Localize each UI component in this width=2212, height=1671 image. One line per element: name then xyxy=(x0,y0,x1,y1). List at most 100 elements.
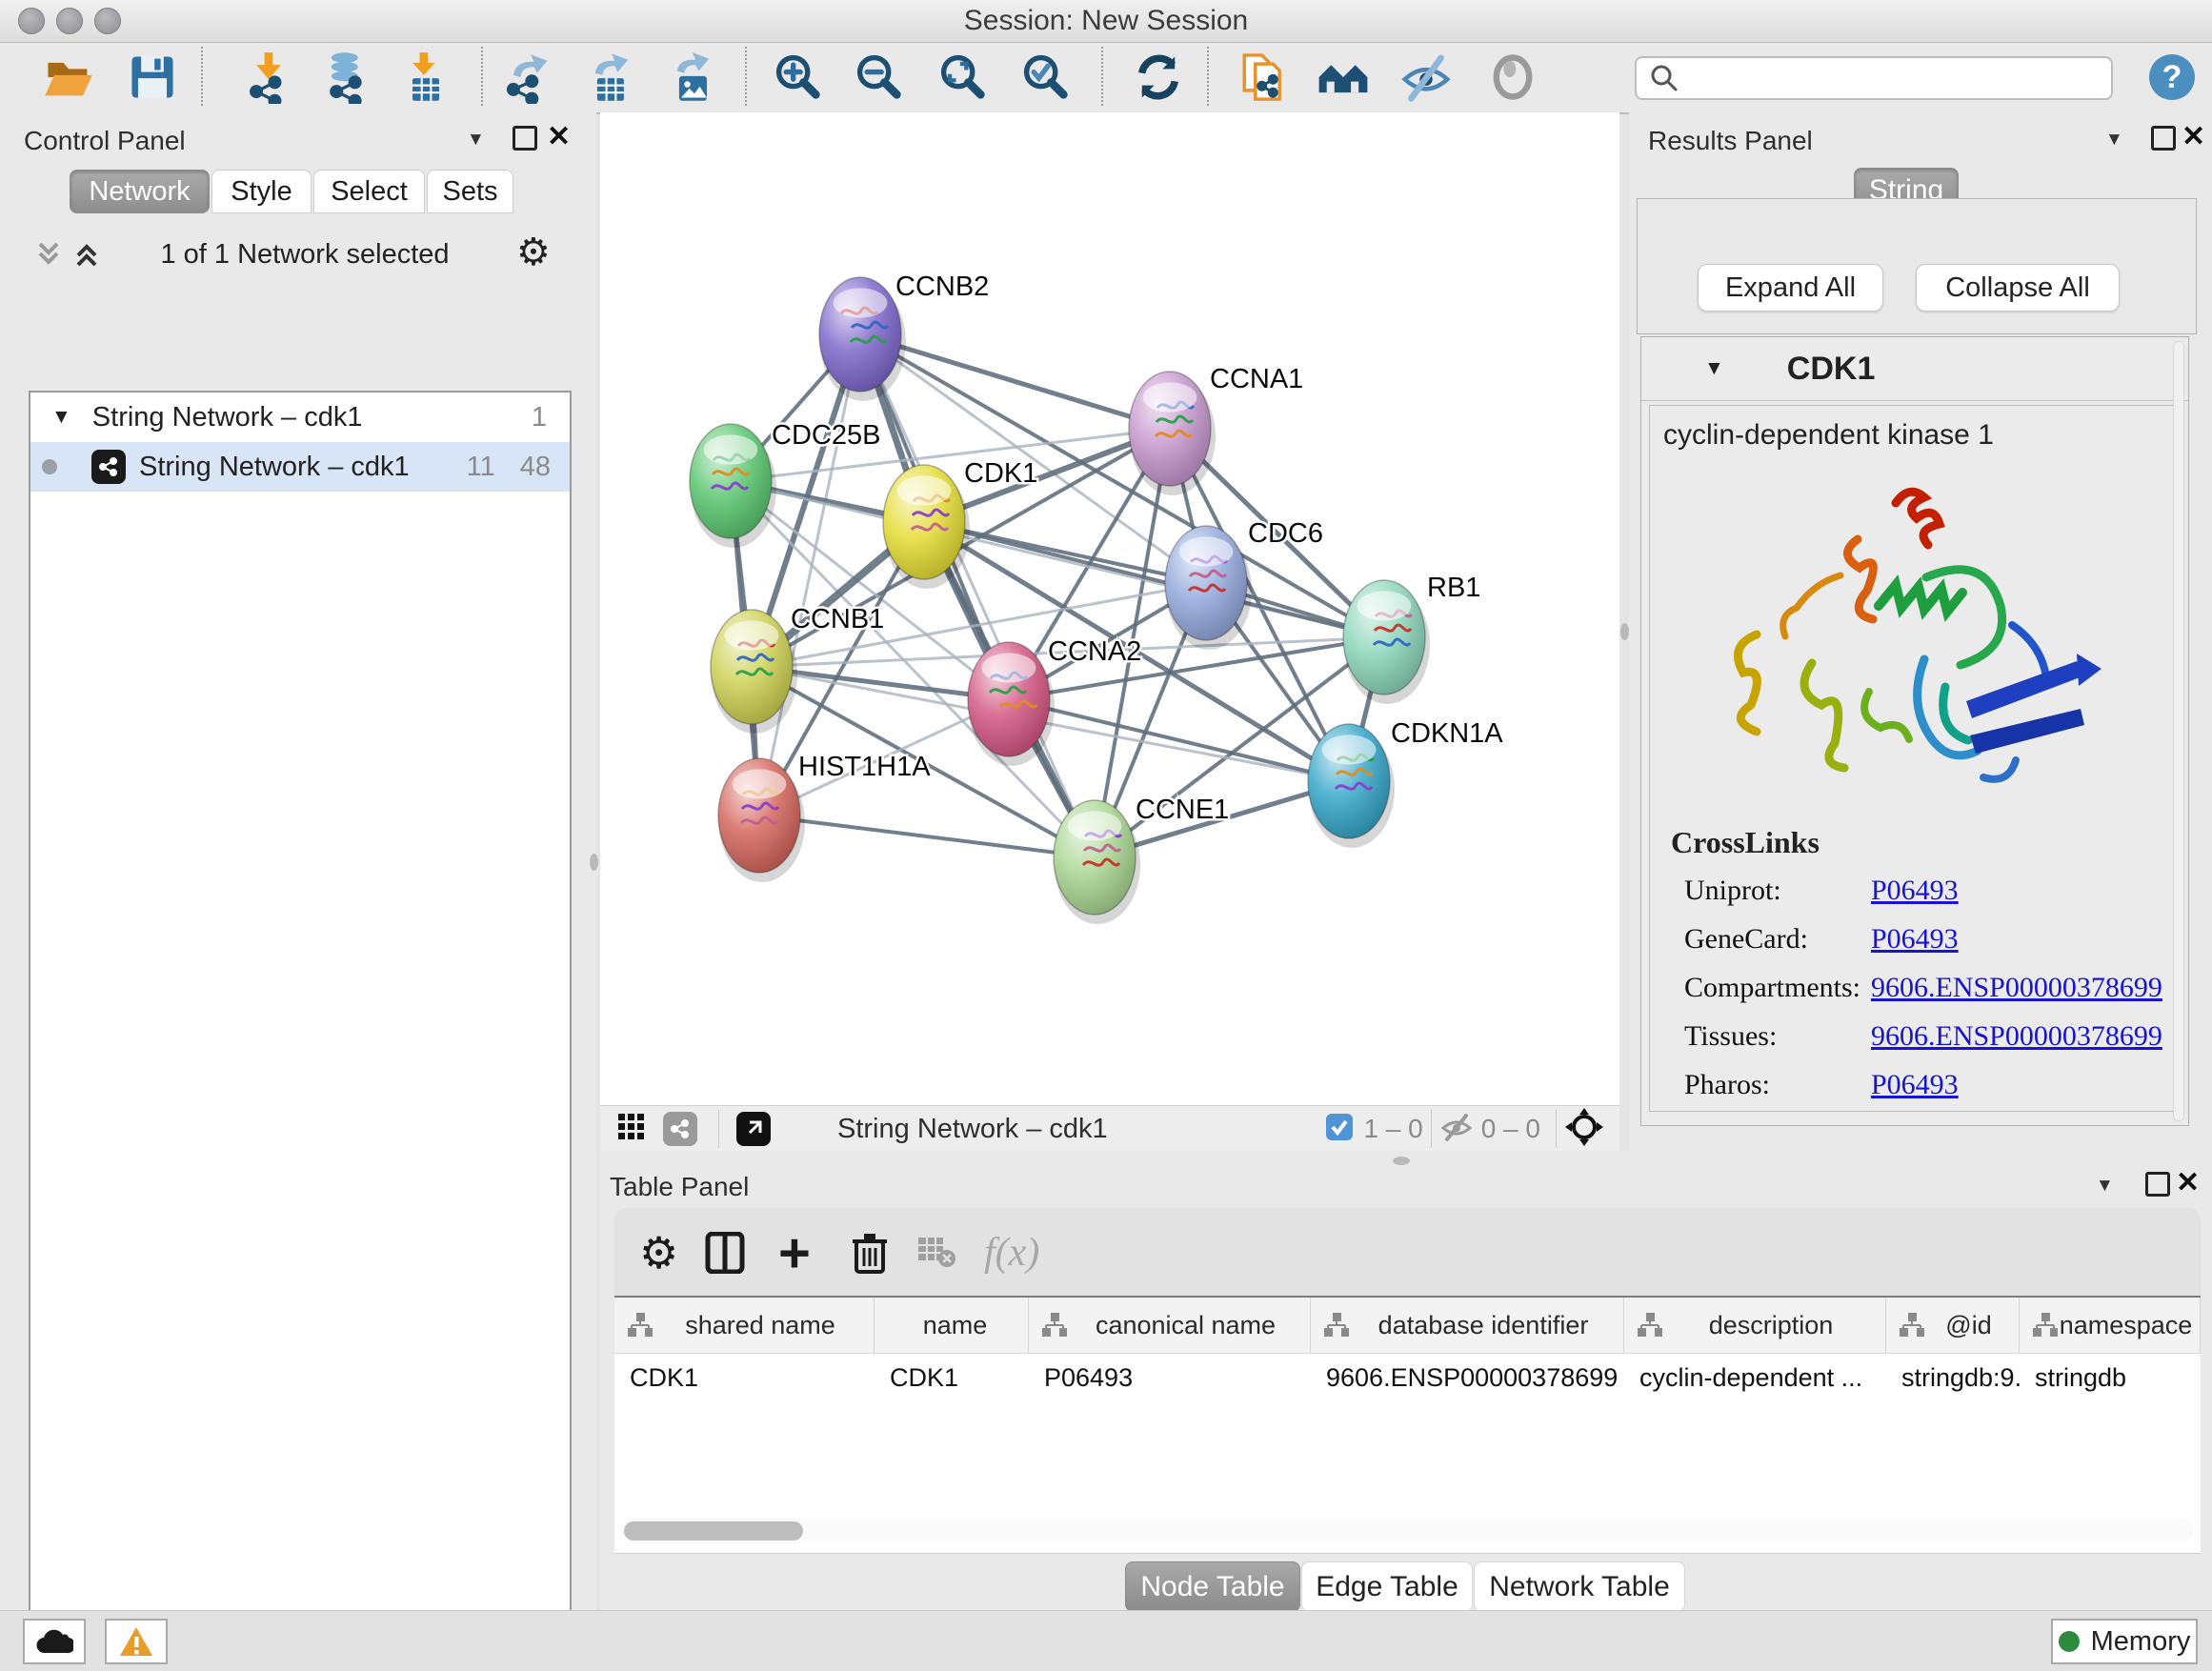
delete-table-icon[interactable] xyxy=(917,1208,957,1298)
network-node-ccnb2[interactable]: CCNB2 xyxy=(819,272,989,401)
zoom-in-icon[interactable] xyxy=(769,49,826,106)
tab-node-table[interactable]: Node Table xyxy=(1125,1561,1300,1612)
table-cell[interactable]: stringdb:9... xyxy=(1886,1353,2020,1402)
control-panel-menu-icon[interactable]: ▼ xyxy=(467,130,485,151)
zoom-selected-icon[interactable] xyxy=(1016,49,1074,106)
table-horizontal-scrollbar[interactable] xyxy=(622,1519,2193,1543)
network-node-ccne1[interactable]: CCNE1 xyxy=(1054,795,1229,924)
column-header-database-identifier[interactable]: database identifier xyxy=(1311,1298,1624,1353)
tab-network[interactable]: Network xyxy=(70,170,210,213)
table-panel-menu-icon[interactable]: ▼ xyxy=(2096,1176,2114,1197)
table-cell[interactable]: CDK1 xyxy=(875,1353,1029,1402)
network-node-rb1[interactable]: RB1 xyxy=(1343,573,1480,704)
network-row[interactable]: String Network – cdk1 11 48 xyxy=(30,442,570,492)
import-table-file-icon[interactable] xyxy=(397,49,454,106)
column-header-namespace[interactable]: namespace xyxy=(2020,1298,2201,1353)
birds-eye-view-icon[interactable] xyxy=(617,1113,646,1146)
expand-all-icon[interactable] xyxy=(70,238,103,275)
network-node-cdc6[interactable]: CDC6 xyxy=(1165,518,1323,650)
column-header-name[interactable]: name xyxy=(875,1298,1029,1353)
column-header-canonical-name[interactable]: canonical name xyxy=(1029,1298,1311,1353)
right-splitter-handle[interactable] xyxy=(1620,623,1629,640)
results-scrollbar[interactable] xyxy=(2173,341,2184,1121)
import-network-database-icon[interactable] xyxy=(318,49,375,106)
selected-checkbox-icon[interactable] xyxy=(1325,1113,1354,1146)
network-node-cdc25b[interactable]: CDC25B xyxy=(690,420,880,548)
help-icon[interactable]: ? xyxy=(2143,49,2201,106)
crosslink-link[interactable]: P06493 xyxy=(1871,875,1959,907)
results-panel-float-icon[interactable] xyxy=(2151,126,2176,151)
memory-button[interactable]: Memory xyxy=(2051,1619,2198,1664)
function-builder-icon[interactable]: f(x) xyxy=(984,1208,1039,1298)
column-header-shared-name[interactable]: shared name xyxy=(614,1298,875,1353)
export-table-icon[interactable] xyxy=(583,49,640,106)
zoom-fit-icon[interactable] xyxy=(934,49,991,106)
hide-selected-icon[interactable] xyxy=(1398,49,1455,106)
network-edge[interactable] xyxy=(860,334,1170,429)
table-cell[interactable]: cyclin-dependent ... xyxy=(1624,1353,1886,1402)
network-edge[interactable] xyxy=(759,815,1095,857)
table-cell[interactable]: stringdb xyxy=(2020,1353,2201,1402)
network-node-hist1h1a[interactable]: HIST1H1A xyxy=(718,752,931,882)
column-header--id[interactable]: @id xyxy=(1886,1298,2020,1353)
collection-collapse-icon[interactable]: ▼ xyxy=(51,406,71,429)
network-node-cdkn1a[interactable]: CDKN1A xyxy=(1308,718,1503,848)
table-settings-gear-icon[interactable]: ⚙ xyxy=(639,1208,678,1298)
left-splitter-handle[interactable] xyxy=(590,854,598,871)
bottom-splitter-handle[interactable] xyxy=(1393,1157,1410,1165)
hidden-eye-slash-icon[interactable] xyxy=(1439,1110,1474,1149)
cloud-status-button[interactable] xyxy=(23,1619,86,1664)
scrollbar-thumb[interactable] xyxy=(624,1521,803,1540)
collapse-all-icon[interactable] xyxy=(32,238,65,275)
import-network-file-icon[interactable] xyxy=(240,49,297,106)
results-panel-menu-icon[interactable]: ▼ xyxy=(2105,130,2123,151)
save-session-icon[interactable] xyxy=(124,49,181,106)
tab-style[interactable]: Style xyxy=(211,170,312,213)
create-column-plus-icon[interactable]: + xyxy=(778,1208,811,1298)
collapse-section-icon[interactable]: ▼ xyxy=(1704,357,1724,380)
expand-all-button[interactable]: Expand All xyxy=(1698,264,1883,312)
fit-selection-crosshair-icon[interactable] xyxy=(1564,1107,1604,1152)
string-import-icon[interactable] xyxy=(1236,49,1293,106)
home-icon[interactable] xyxy=(1315,49,1372,106)
crosslink-link[interactable]: 9606.ENSP00000378699 xyxy=(1871,972,2162,1004)
refresh-view-icon[interactable] xyxy=(1130,49,1187,106)
table-cell[interactable]: CDK1 xyxy=(614,1353,875,1402)
show-view-icon[interactable] xyxy=(1484,49,1541,106)
control-panel-float-icon[interactable] xyxy=(513,126,537,151)
control-panel-title: Control Panel xyxy=(24,126,186,156)
table-cell[interactable]: P06493 xyxy=(1029,1353,1311,1402)
node-details-header[interactable]: ▼ CDK1 xyxy=(1641,337,2188,401)
crosslink-link[interactable]: P06493 xyxy=(1871,923,1959,956)
results-panel-close-icon[interactable]: ✕ xyxy=(2182,128,2205,147)
network-collection-row[interactable]: ▼ String Network – cdk1 1 xyxy=(30,393,570,442)
collapse-all-button[interactable]: Collapse All xyxy=(1916,264,2120,312)
table-panel-float-icon[interactable] xyxy=(2145,1172,2170,1197)
search-input[interactable] xyxy=(1686,61,2111,95)
open-session-icon[interactable] xyxy=(40,49,97,106)
network-edge[interactable] xyxy=(759,334,860,815)
tab-select[interactable]: Select xyxy=(313,170,425,213)
export-network-icon[interactable] xyxy=(499,49,556,106)
network-node-ccnb1[interactable]: CCNB1 xyxy=(711,604,884,734)
zoom-out-icon[interactable] xyxy=(850,49,907,106)
show-columns-icon[interactable] xyxy=(704,1208,746,1298)
gear-icon[interactable]: ⚙ xyxy=(516,231,551,274)
crosslink-link[interactable]: P06493 xyxy=(1871,1069,1959,1101)
tab-network-table[interactable]: Network Table xyxy=(1474,1561,1685,1612)
table-row[interactable]: CDK1CDK1P064939606.ENSP00000378699cyclin… xyxy=(614,1353,2201,1402)
tab-edge-table[interactable]: Edge Table xyxy=(1301,1561,1473,1612)
delete-column-trash-icon[interactable] xyxy=(851,1208,889,1298)
column-header-description[interactable]: description xyxy=(1624,1298,1886,1353)
network-canvas[interactable]: CCNB2CCNA1CDC25BCDK1CDC6RB1CCNB1CCNA2CDK… xyxy=(600,112,1619,1105)
export-image-icon[interactable] xyxy=(665,49,722,106)
table-cell[interactable]: 9606.ENSP00000378699 xyxy=(1311,1353,1624,1402)
control-panel-close-icon[interactable]: ✕ xyxy=(547,128,571,147)
network-type-icon[interactable] xyxy=(663,1112,697,1146)
tab-sets[interactable]: Sets xyxy=(427,170,513,213)
crosslink-link[interactable]: 9606.ENSP00000378699 xyxy=(1871,1020,2162,1053)
table-panel-close-icon[interactable]: ✕ xyxy=(2176,1174,2200,1193)
network-node-cdk1[interactable]: CDK1 xyxy=(883,458,1037,589)
detach-view-icon[interactable] xyxy=(736,1112,771,1146)
warnings-button[interactable] xyxy=(105,1619,168,1664)
